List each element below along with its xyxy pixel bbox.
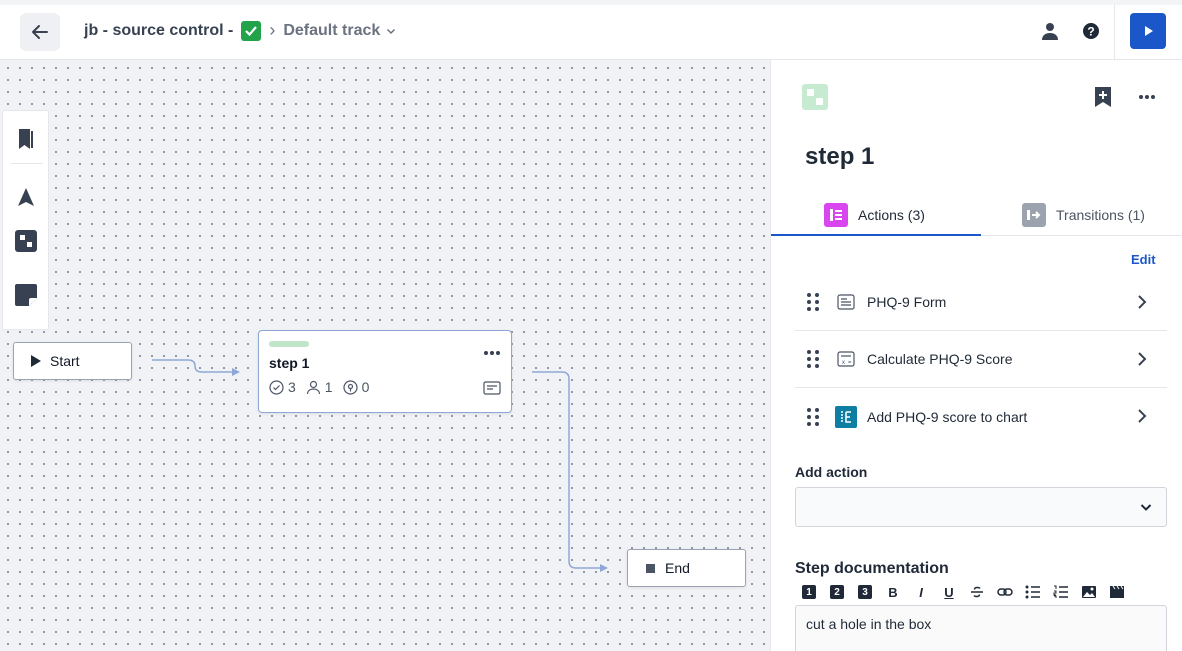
form-icon xyxy=(835,291,857,313)
action-item[interactable]: PHQ-9 Form xyxy=(795,274,1167,331)
top-header: jb - source control - › Default track ? xyxy=(0,0,1182,60)
user-icon[interactable] xyxy=(1038,19,1062,43)
rich-text-toolbar: 1 2 3 B I U xyxy=(801,584,1125,600)
documentation-icon[interactable] xyxy=(483,381,501,400)
chevron-right-icon xyxy=(1138,295,1147,309)
play-icon xyxy=(1145,26,1153,36)
play-icon xyxy=(31,355,41,367)
stakeholders-stat: 1 xyxy=(306,379,333,395)
add-action-label: Add action xyxy=(795,464,868,480)
add-action-select[interactable] xyxy=(795,487,1167,527)
workflow-name[interactable]: jb - source control - xyxy=(84,22,233,40)
tab-transitions-label: Transitions (1) xyxy=(1056,207,1145,223)
start-node[interactable]: Start xyxy=(13,342,132,380)
chevron-down-icon xyxy=(1140,504,1152,511)
step-documentation-editor[interactable]: cut a hole in the box xyxy=(795,605,1167,651)
underline-button[interactable]: U xyxy=(941,584,957,600)
numbered-list-icon[interactable] xyxy=(1053,584,1069,600)
run-button[interactable] xyxy=(1130,13,1166,49)
heading-2-label: 2 xyxy=(830,585,844,599)
svg-text:=: = xyxy=(848,360,852,366)
back-button[interactable] xyxy=(20,13,60,51)
step-stats: 3 1 0 xyxy=(269,379,501,395)
help-icon[interactable]: ? xyxy=(1079,19,1103,43)
tab-actions[interactable]: Actions (3) xyxy=(824,194,925,236)
stop-icon xyxy=(646,563,655,573)
heading-3-button[interactable]: 3 xyxy=(857,584,873,600)
bullet-list-icon[interactable] xyxy=(1025,584,1041,600)
action-item[interactable]: Add PHQ-9 score to chart xyxy=(795,388,1167,445)
action-label: Calculate PHQ-9 Score xyxy=(867,351,1013,367)
svg-text:x: x xyxy=(842,360,845,366)
panel-tabs: Actions (3) Transitions (1) xyxy=(771,194,1182,236)
italic-button[interactable]: I xyxy=(913,584,929,600)
check-circle-icon xyxy=(269,379,284,395)
heading-1-label: 1 xyxy=(802,585,816,599)
check-icon xyxy=(241,20,262,41)
track-selector[interactable]: Default track xyxy=(283,22,396,40)
actions-count: 3 xyxy=(288,379,296,395)
chevron-right-icon: › xyxy=(269,20,276,40)
documentation-text: cut a hole in the box xyxy=(806,616,932,632)
more-icon[interactable] xyxy=(483,343,501,361)
chevron-right-icon xyxy=(1138,409,1147,423)
image-icon[interactable] xyxy=(1081,584,1097,600)
action-label: Add PHQ-9 score to chart xyxy=(867,408,1028,425)
end-label: End xyxy=(665,560,690,576)
workflow-canvas[interactable]: Start step 1 3 1 0 End xyxy=(0,60,770,651)
svg-text:?: ? xyxy=(1087,25,1094,39)
calculator-icon: x = xyxy=(835,348,857,370)
step-title: step 1 xyxy=(269,355,310,371)
person-icon xyxy=(306,380,320,394)
more-options-icon[interactable] xyxy=(1135,85,1159,109)
step-type-icon xyxy=(802,84,828,110)
step-documentation-label: Step documentation xyxy=(795,560,949,577)
tab-actions-label: Actions (3) xyxy=(858,207,925,223)
header-divider xyxy=(1114,5,1115,60)
active-tab-indicator xyxy=(771,234,981,236)
location-icon xyxy=(342,379,358,395)
step-color-bar xyxy=(269,341,309,347)
end-node[interactable]: End xyxy=(627,549,746,587)
transitions-count: 0 xyxy=(361,379,370,395)
add-bookmark-icon[interactable] xyxy=(1091,85,1115,109)
heading-1-button[interactable]: 1 xyxy=(801,584,817,600)
strikethrough-icon[interactable] xyxy=(969,584,985,600)
arrow-left-icon xyxy=(32,25,48,39)
actions-icon xyxy=(824,203,848,227)
video-icon[interactable] xyxy=(1109,584,1125,600)
edit-actions-link[interactable]: Edit xyxy=(1131,252,1156,267)
heading-3-label: 3 xyxy=(858,585,872,599)
transitions-icon xyxy=(1022,203,1046,227)
heading-2-button[interactable]: 2 xyxy=(829,584,845,600)
tab-transitions[interactable]: Transitions (1) xyxy=(1022,194,1145,236)
step-node[interactable]: step 1 3 1 0 xyxy=(258,330,512,413)
chevron-down-icon xyxy=(387,28,396,34)
actions-stat: 3 xyxy=(269,379,296,395)
drag-handle-icon[interactable] xyxy=(807,350,823,368)
action-item[interactable]: x = Calculate PHQ-9 Score xyxy=(795,331,1167,388)
drag-handle-icon[interactable] xyxy=(807,293,823,311)
transitions-stat: 0 xyxy=(342,379,370,395)
step-detail-panel: step 1 Actions (3) Transitions (1) Edit … xyxy=(770,60,1182,651)
chevron-right-icon xyxy=(1138,352,1147,366)
link-icon[interactable] xyxy=(997,584,1013,600)
breadcrumb: jb - source control - › Default track xyxy=(84,20,396,41)
start-label: Start xyxy=(50,353,80,369)
drag-handle-icon[interactable] xyxy=(807,407,823,426)
chart-icon xyxy=(835,405,857,428)
action-list: PHQ-9 Form x = Calculate PHQ-9 Score Add … xyxy=(795,274,1167,445)
track-name: Default track xyxy=(283,21,381,39)
stakeholders-count: 1 xyxy=(324,379,333,395)
bold-button[interactable]: B xyxy=(885,584,901,600)
action-label: PHQ-9 Form xyxy=(867,294,947,310)
panel-title: step 1 xyxy=(805,143,875,170)
